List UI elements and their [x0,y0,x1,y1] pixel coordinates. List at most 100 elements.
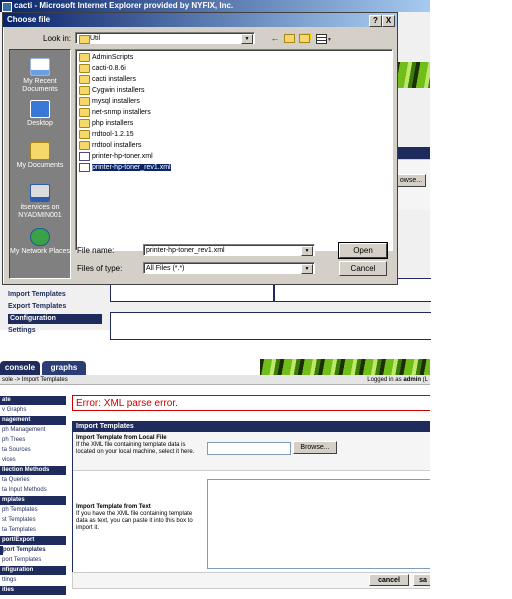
from-file-title: Import Template from Local File [76,435,167,441]
tab-graphs[interactable]: graphs [42,361,86,375]
places-bar: My Recent Documents Desktop My Documents… [9,49,71,279]
menu-import-templates[interactable]: Import Templates [8,290,102,300]
menu-item[interactable]: ttings [0,576,66,585]
open-button[interactable]: Open [338,242,388,259]
dialog-title-bar: Choose file [3,13,397,27]
files-of-type-label: Files of type: [77,264,123,273]
folder-icon [79,63,90,73]
cacti-page: console graphs sole -> Import Templates … [0,359,430,599]
my-documents-icon [30,142,50,160]
cacti-sidebar-menu: ate v Graphs nagement ph Management ph T… [0,396,66,596]
from-file-cell: Import Template from Local File If the X… [73,432,205,470]
new-folder-icon[interactable] [298,32,310,44]
file-path-input[interactable] [207,442,291,455]
menu-item[interactable]: ta Sources [0,446,66,455]
cacti-header: console graphs [0,359,430,375]
menu-header: mplates [0,496,66,505]
cacti-banner-strip [396,62,430,88]
file-list-item[interactable]: rrdtool-1.2.15 [79,129,134,140]
place-recent-documents[interactable]: My Recent Documents [10,58,70,94]
files-of-type-value: All Files (*.*) [146,265,185,272]
xml-file-icon [79,162,90,172]
files-of-type-select[interactable]: All Files (*.*) ▼ [143,262,315,274]
top-sidebar-menu: Import Templates Export Templates Config… [8,290,102,336]
file-list-item-selected[interactable]: printer-hp-toner_rev1.xml [79,162,171,173]
login-status: Logged in as admin (L [367,377,428,383]
file-list-item[interactable]: cacti-0.8.6i [79,63,126,74]
menu-item[interactable]: ta Templates [0,526,66,535]
menu-item[interactable]: ph Trees [0,436,66,445]
cacti-banner-strip [260,359,430,375]
folder-icon [79,140,90,150]
menu-header: nagement [0,416,66,425]
content-box-bottom [110,312,431,340]
place-my-documents[interactable]: My Documents [10,142,70,170]
place-network[interactable]: My Network Places [10,228,70,256]
file-list-item[interactable]: mysql installers [79,96,140,107]
look-in-value: Util [90,35,101,42]
view-menu-icon[interactable]: ▼ [315,32,333,44]
error-message: Error: XML parse error. [72,395,430,411]
template-text-area[interactable] [207,479,430,569]
choose-file-dialog: Choose file ? X Look in: Util ▼ ← ▼ My R… [2,12,398,285]
dialog-title: Choose file [7,15,51,24]
place-computer[interactable]: itservices on NYADMIN001 [10,184,70,220]
menu-header: llection Methods [0,466,66,475]
up-folder-icon[interactable] [283,32,295,44]
file-name-label: File name: [77,246,115,255]
file-list-item[interactable]: php installers [79,118,133,129]
menu-header: ate [0,396,66,405]
xml-file-icon [79,151,90,161]
ie-title-bar: cacti - Microsoft Internet Explorer prov… [0,0,430,12]
place-desktop[interactable]: Desktop [10,100,70,128]
from-text-input-cell [205,470,430,572]
menu-export-templates[interactable]: Export Templates [8,302,102,312]
place-label: My Network Places [10,248,70,255]
file-list[interactable]: AdminScripts cacti-0.8.6i cacti installe… [75,49,393,251]
back-arrow-icon[interactable]: ← [269,32,281,44]
menu-item[interactable]: port Templates [0,556,66,565]
menu-settings[interactable]: Settings [8,326,102,336]
import-templates-header: Import Templates [73,422,430,432]
menu-item[interactable]: ph Management [0,426,66,435]
save-button[interactable]: sa [413,574,430,586]
chevron-down-icon[interactable]: ▼ [301,246,313,256]
tab-console[interactable]: console [0,361,40,375]
menu-item[interactable]: ph Templates [0,506,66,515]
menu-item[interactable]: ta Input Methods [0,486,66,495]
menu-item[interactable]: st Templates [0,516,66,525]
file-list-item[interactable]: AdminScripts [79,52,133,63]
menu-item[interactable]: v Graphs [0,406,66,415]
place-label: My Documents [16,162,64,169]
chevron-down-icon[interactable]: ▼ [241,34,253,44]
folder-icon [79,74,90,84]
folder-icon [79,52,90,62]
file-list-item[interactable]: printer-hp-toner.xml [79,151,153,162]
close-button[interactable]: X [382,15,395,27]
menu-item[interactable]: ta Queries [0,476,66,485]
look-in-combo[interactable]: Util ▼ [75,32,255,44]
browse-button[interactable]: Browse... [293,441,337,454]
file-name-value: printer-hp-toner_rev1.xml [146,247,225,254]
menu-configuration-header: Configuration [8,314,102,324]
browse-button[interactable]: owse... [396,174,426,187]
help-button[interactable]: ? [369,15,382,27]
file-name-input[interactable]: printer-hp-toner_rev1.xml ▼ [143,244,315,256]
folder-icon [79,118,90,128]
folder-icon [79,85,90,95]
menu-header: port/Export [0,536,66,545]
file-list-item[interactable]: cacti installers [79,74,136,85]
desktop-icon [30,100,50,118]
file-list-item[interactable]: net-snmp installers [79,107,151,118]
cancel-button[interactable]: cancel [369,574,409,586]
file-list-item[interactable]: rrdtool installers [79,140,141,151]
menu-item[interactable]: vices [0,456,66,465]
table-header-strip [396,147,430,159]
folder-icon [79,35,90,44]
chevron-down-icon[interactable]: ▼ [301,264,313,274]
action-bar: cancel sa [72,572,430,589]
cancel-button[interactable]: Cancel [339,261,387,276]
menu-item-current[interactable]: port Templates [0,546,66,555]
from-file-description: If the XML file containing template data… [76,442,195,455]
file-list-item[interactable]: Cygwin installers [79,85,145,96]
